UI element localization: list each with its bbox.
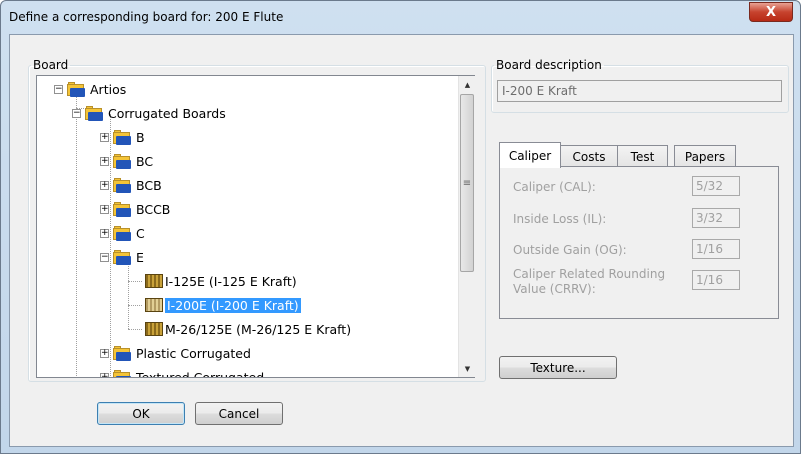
tree-node-bccb[interactable]: BCCB: [113, 199, 170, 219]
scroll-down-arrow-icon[interactable]: ▼: [459, 360, 476, 377]
folder-icon: [113, 225, 133, 241]
close-button[interactable]: X: [749, 2, 793, 22]
tree-node-label: M-26/125E (M-26/125 E Kraft): [165, 321, 352, 337]
tree-expand-toggle[interactable]: +: [100, 229, 109, 238]
tree-node-label: BCCB: [136, 201, 171, 217]
folder-icon: [113, 129, 133, 145]
tab-costs[interactable]: Costs: [560, 145, 618, 168]
tree-collapse-toggle[interactable]: −: [100, 253, 109, 262]
tree-expand-toggle[interactable]: +: [100, 157, 109, 166]
cancel-button[interactable]: Cancel: [195, 402, 283, 425]
tree-node-label-selected: I-200E (I-200 E Kraft): [165, 297, 301, 313]
scroll-up-arrow-icon[interactable]: ▲: [459, 76, 476, 93]
inside-loss-field: 3/32: [692, 208, 740, 228]
folder-icon: [85, 105, 105, 121]
folder-icon: [113, 153, 133, 169]
tree-expand-toggle[interactable]: +: [100, 205, 109, 214]
tree-connector: [128, 281, 142, 282]
tree-node-bcb[interactable]: BCB: [113, 175, 162, 195]
dialog-title: Define a corresponding board for: 200 E …: [9, 10, 284, 24]
tree-scrollbar[interactable]: ▲ ≡ ▼: [458, 76, 476, 377]
tree-connector: [128, 305, 142, 306]
folder-icon: [113, 249, 133, 265]
tree-collapse-toggle[interactable]: −: [72, 109, 81, 118]
tree-collapse-toggle[interactable]: −: [54, 85, 63, 94]
tree-node-corrugated-boards[interactable]: Corrugated Boards: [85, 103, 226, 123]
tab-papers[interactable]: Papers: [674, 145, 736, 168]
tab-test[interactable]: Test: [617, 145, 668, 168]
tree-node-i-200e[interactable]: I-200E (I-200 E Kraft): [145, 295, 301, 315]
tree-node-label: E: [136, 249, 144, 265]
inside-loss-label: Inside Loss (IL):: [513, 212, 607, 226]
caliper-label: Caliper (CAL):: [513, 180, 596, 194]
tree-node-label: BC: [136, 153, 154, 169]
folder-icon: [113, 345, 133, 361]
ok-button[interactable]: OK: [97, 402, 185, 425]
tree-node-bc[interactable]: BC: [113, 151, 153, 171]
tree-node-label: C: [136, 225, 145, 241]
board-description-legend: Board description: [496, 58, 602, 72]
outside-gain-label: Outside Gain (OG):: [513, 243, 627, 257]
tree-node-i-125e[interactable]: I-125E (I-125 E Kraft): [145, 271, 297, 291]
tree-node-c[interactable]: C: [113, 223, 145, 243]
scrollbar-thumb[interactable]: ≡: [460, 94, 474, 272]
board-group-legend: Board: [33, 58, 69, 72]
tree-node-label: Artios: [90, 81, 127, 97]
texture-button[interactable]: Texture...: [499, 356, 617, 379]
crrv-label: Caliper Related Rounding Value (CRRV):: [513, 267, 666, 296]
board-tree[interactable]: − Artios − Corrugated Boards + B + BC + …: [36, 75, 475, 378]
corrugated-board-icon: [145, 298, 163, 312]
tree-expand-toggle[interactable]: +: [100, 181, 109, 190]
tree-expand-toggle[interactable]: +: [100, 373, 109, 377]
tree-node-label: Plastic Corrugated: [136, 345, 251, 361]
tree-node-label: I-125E (I-125 E Kraft): [165, 273, 297, 289]
tree-node-label: B: [136, 129, 145, 145]
tree-node-m-26-125e[interactable]: M-26/125E (M-26/125 E Kraft): [145, 319, 351, 339]
grip-icon: ≡: [462, 177, 472, 189]
tree-node-label: BCB: [136, 177, 162, 193]
caliper-field: 5/32: [692, 176, 740, 196]
tree-expand-toggle[interactable]: +: [100, 133, 109, 142]
tree-node-label: Textured Corrugated: [136, 369, 265, 378]
tree-node-plastic-corrugated[interactable]: Plastic Corrugated: [113, 343, 251, 363]
crrv-field: 1/16: [692, 270, 740, 290]
tree-connector: [128, 264, 129, 329]
folder-icon: [113, 369, 133, 377]
board-description-field: I-200 E Kraft: [497, 80, 782, 102]
tree-expand-toggle[interactable]: +: [100, 349, 109, 358]
folder-icon: [67, 81, 87, 97]
outside-gain-field: 1/16: [692, 239, 740, 259]
tree-connector: [128, 329, 142, 330]
tab-caliper[interactable]: Caliper: [499, 142, 561, 168]
close-icon: X: [765, 4, 777, 20]
tree-node-textured-corrugated[interactable]: Textured Corrugated: [113, 367, 265, 378]
folder-icon: [113, 201, 133, 217]
tree-connector: [76, 96, 77, 376]
corrugated-board-icon: [145, 322, 163, 336]
tree-node-artios[interactable]: Artios: [67, 79, 126, 99]
tree-node-e[interactable]: E: [113, 247, 144, 267]
tree-node-b[interactable]: B: [113, 127, 145, 147]
title-bar[interactable]: Define a corresponding board for: 200 E …: [1, 1, 800, 34]
folder-icon: [113, 177, 133, 193]
tree-node-label: Corrugated Boards: [108, 105, 226, 121]
corrugated-board-icon: [145, 274, 163, 288]
tree-connector: [110, 114, 111, 376]
